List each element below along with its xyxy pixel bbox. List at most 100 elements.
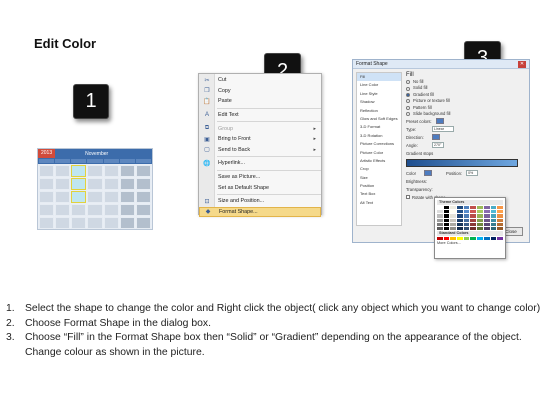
color-swatch[interactable]	[450, 210, 457, 214]
color-swatch[interactable]	[437, 237, 443, 241]
calendar-cell[interactable]	[135, 217, 151, 229]
color-swatch[interactable]	[457, 226, 463, 231]
menu-item-set-as-default-shape[interactable]: Set as Default Shape	[199, 182, 321, 193]
menu-item-group[interactable]: ⧉ Group ▸	[199, 123, 321, 134]
color-swatch[interactable]	[443, 214, 450, 218]
calendar-cell[interactable]	[87, 204, 103, 216]
calendar-cell[interactable]	[103, 165, 119, 177]
calendar-cell[interactable]	[71, 178, 87, 190]
color-swatch[interactable]	[477, 210, 483, 214]
menu-item-save-as-picture[interactable]: Save as Picture...	[199, 172, 321, 183]
direction-button[interactable]	[432, 134, 440, 141]
color-swatch[interactable]	[457, 206, 463, 210]
color-swatch[interactable]	[443, 237, 450, 241]
category-item[interactable]: Fill	[357, 73, 401, 82]
calendar-cell[interactable]	[71, 217, 87, 229]
calendar-cell[interactable]	[39, 217, 55, 229]
calendar-thumbnail[interactable]: 2013 November	[37, 148, 153, 230]
color-swatch[interactable]	[483, 214, 490, 218]
color-swatch[interactable]	[450, 214, 457, 218]
calendar-cell[interactable]	[55, 204, 71, 216]
calendar-cell[interactable]	[135, 204, 151, 216]
color-swatch[interactable]	[443, 218, 450, 222]
calendar-cell[interactable]	[87, 178, 103, 190]
category-item[interactable]: Position	[357, 182, 401, 190]
color-swatch[interactable]	[470, 218, 477, 222]
color-swatch[interactable]	[463, 206, 470, 210]
color-swatch[interactable]	[443, 222, 450, 226]
gradient-stops-bar[interactable]	[406, 159, 518, 168]
calendar-cell[interactable]	[39, 191, 55, 203]
calendar-cell[interactable]	[119, 165, 135, 177]
menu-item-size-and-position[interactable]: ⊡ Size and Position...	[199, 196, 321, 207]
color-swatch[interactable]	[477, 206, 483, 210]
color-swatch[interactable]	[490, 214, 497, 218]
color-swatch[interactable]	[497, 210, 503, 214]
color-swatch[interactable]	[477, 222, 483, 226]
color-swatch[interactable]	[463, 222, 470, 226]
color-swatch[interactable]	[497, 237, 503, 241]
calendar-cell[interactable]	[135, 165, 151, 177]
radio-button[interactable]	[406, 112, 410, 117]
menu-item-edit-text[interactable]: A Edit Text	[199, 110, 321, 121]
calendar-cell[interactable]	[119, 178, 135, 190]
category-item[interactable]: Alt Text	[357, 199, 401, 207]
radio-button[interactable]	[406, 92, 410, 97]
color-swatch[interactable]	[490, 218, 497, 222]
menu-item-cut[interactable]: ✂ Cut	[199, 75, 321, 86]
color-swatch[interactable]	[457, 237, 463, 241]
radio-button[interactable]	[406, 99, 410, 104]
calendar-cell[interactable]	[135, 191, 151, 203]
position-input[interactable]: 0%	[466, 170, 479, 177]
color-swatch[interactable]	[477, 214, 483, 218]
color-swatch[interactable]	[443, 206, 450, 210]
calendar-cell[interactable]	[103, 204, 119, 216]
calendar-cell[interactable]	[55, 178, 71, 190]
category-item[interactable]: Text Box	[357, 190, 401, 198]
color-swatch[interactable]	[497, 226, 503, 231]
color-swatch[interactable]	[450, 206, 457, 210]
category-item[interactable]: Artistic Effects	[357, 157, 401, 165]
color-swatch[interactable]	[483, 222, 490, 226]
color-swatch[interactable]	[470, 214, 477, 218]
color-swatch[interactable]	[443, 210, 450, 214]
color-swatch[interactable]	[470, 222, 477, 226]
color-swatch[interactable]	[477, 218, 483, 222]
calendar-cell[interactable]	[39, 165, 55, 177]
radio-button[interactable]	[406, 86, 410, 91]
menu-item-hyperlink[interactable]: 🌐 Hyperlink...	[199, 158, 321, 169]
category-item[interactable]: Glow and Soft Edges	[357, 115, 401, 123]
color-swatch[interactable]	[490, 226, 497, 231]
preset-colors-button[interactable]	[435, 118, 444, 125]
color-swatch[interactable]	[490, 210, 497, 214]
color-picker-button[interactable]	[424, 170, 432, 177]
color-swatch[interactable]	[470, 226, 477, 231]
menu-item-paste[interactable]: 📋 Paste	[199, 96, 321, 107]
category-item[interactable]: Reflection	[357, 107, 401, 115]
color-swatch[interactable]	[463, 210, 470, 214]
color-swatch[interactable]	[457, 218, 463, 222]
color-swatch[interactable]	[497, 218, 503, 222]
color-swatch[interactable]	[477, 237, 483, 241]
color-swatch[interactable]	[450, 218, 457, 222]
color-swatch[interactable]	[457, 222, 463, 226]
menu-item-format-shape[interactable]: ◆ Format Shape...	[199, 206, 321, 218]
calendar-cell[interactable]	[135, 178, 151, 190]
calendar-cell[interactable]	[119, 191, 135, 203]
calendar-cell[interactable]	[71, 165, 87, 177]
calendar-cell[interactable]	[103, 178, 119, 190]
color-swatch[interactable]	[437, 226, 443, 231]
color-swatch[interactable]	[470, 206, 477, 210]
color-swatch[interactable]	[497, 214, 503, 218]
more-colors-link[interactable]: More Colors...	[437, 241, 503, 245]
angle-input[interactable]: 270°	[432, 142, 444, 149]
calendar-cell[interactable]	[87, 217, 103, 229]
color-swatch[interactable]	[470, 210, 477, 214]
menu-item-bring-to-front[interactable]: ▣ Bring to Front ▸	[199, 134, 321, 145]
color-swatch[interactable]	[477, 226, 483, 231]
color-swatch[interactable]	[497, 222, 503, 226]
radio-button[interactable]	[406, 80, 410, 85]
calendar-cell[interactable]	[55, 217, 71, 229]
calendar-cell[interactable]	[71, 204, 87, 216]
calendar-cell[interactable]	[87, 191, 103, 203]
